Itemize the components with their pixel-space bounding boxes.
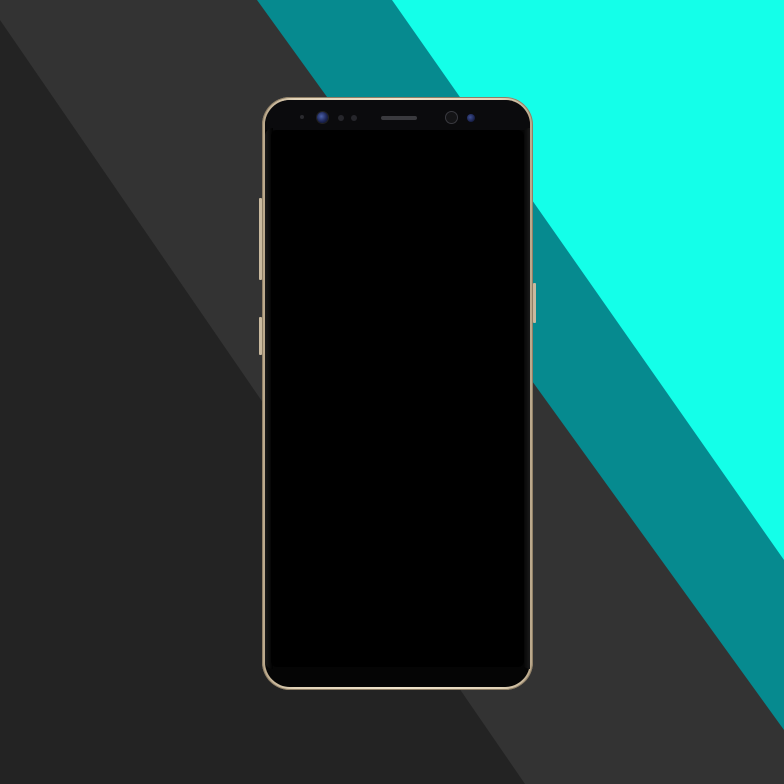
mockup-stage	[0, 0, 784, 784]
top-bezel	[265, 100, 530, 130]
light-sensor-icon	[338, 115, 344, 121]
iris-led-icon	[467, 114, 475, 122]
proximity-sensor-icon	[300, 115, 304, 119]
sensor-icon	[351, 115, 357, 121]
power-button[interactable]	[533, 283, 536, 323]
earpiece-speaker-icon	[381, 116, 417, 120]
phone-body	[265, 100, 530, 687]
front-camera-icon	[317, 112, 328, 123]
phone-screen[interactable]	[271, 130, 524, 667]
phone-frame	[262, 97, 533, 690]
iris-scanner-icon	[446, 112, 457, 123]
